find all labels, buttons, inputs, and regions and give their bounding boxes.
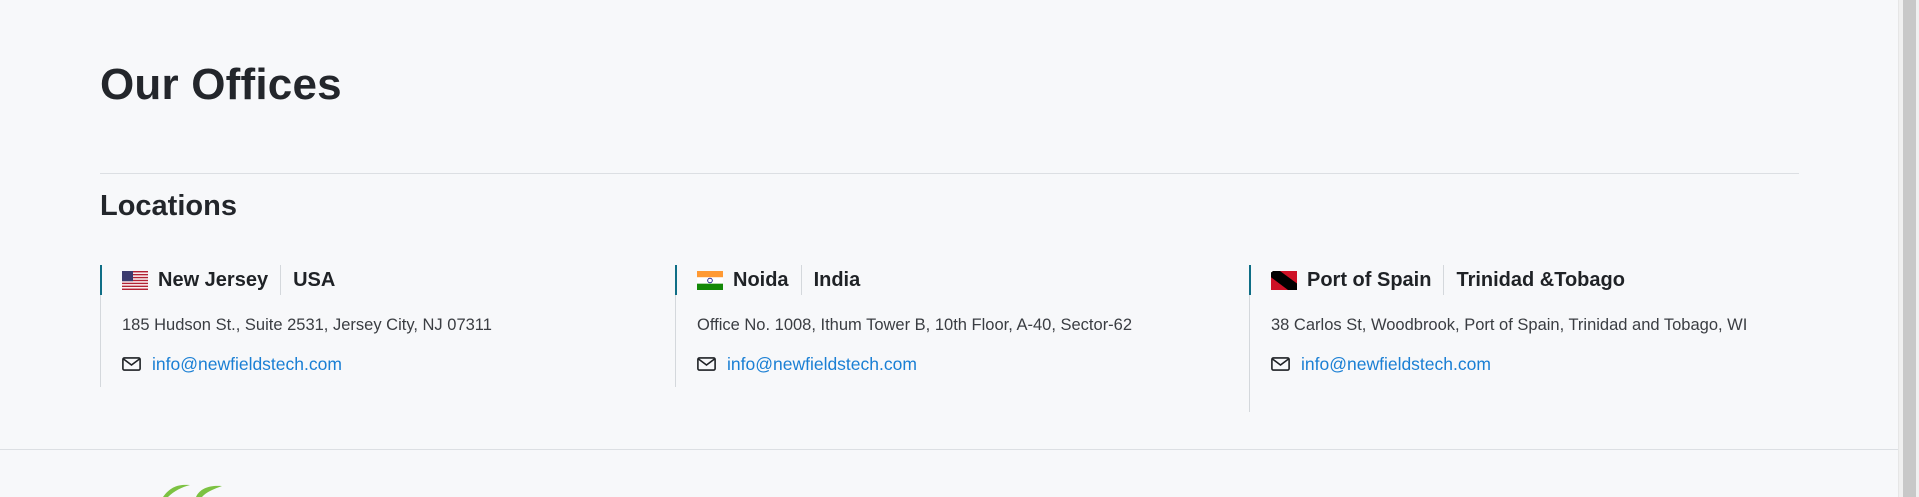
office-email-row: info@newfieldstech.com: [1271, 353, 1809, 375]
office-city: Noida: [733, 269, 789, 291]
company-logo[interactable]: [160, 483, 250, 497]
office-card-port-of-spain: Port of Spain Trinidad &Tobago 38 Carlos…: [1249, 265, 1809, 412]
page-title: Our Offices: [100, 60, 342, 109]
locations-heading: Locations: [100, 190, 237, 222]
section-divider: [100, 173, 1799, 174]
office-card-new-jersey: New Jersey USA 185 Hudson St., Suite 253…: [100, 265, 660, 387]
office-email-link[interactable]: info@newfieldstech.com: [1301, 353, 1491, 375]
india-flag-icon: [697, 270, 723, 290]
scrollbar-thumb[interactable]: [1903, 0, 1916, 497]
trinidad-tobago-flag-icon: [1271, 270, 1297, 290]
office-email-link[interactable]: info@newfieldstech.com: [727, 353, 917, 375]
office-address: 38 Carlos St, Woodbrook, Port of Spain, …: [1271, 316, 1748, 334]
office-city: New Jersey: [158, 269, 269, 291]
office-header: Noida India: [697, 265, 1235, 295]
office-email-row: info@newfieldstech.com: [697, 353, 1235, 375]
scrollbar[interactable]: [1898, 0, 1919, 497]
office-card-noida: Noida India Office No. 1008, Ithum Tower…: [675, 265, 1235, 387]
office-header: New Jersey USA: [122, 265, 660, 295]
page: Our Offices Locations New Jersey USA 185…: [0, 0, 1898, 497]
mail-icon: [1271, 357, 1290, 371]
office-country: USA: [280, 265, 335, 295]
mail-icon: [122, 357, 141, 371]
office-address: Office No. 1008, Ithum Tower B, 10th Flo…: [697, 316, 1133, 334]
office-country: Trinidad &Tobago: [1443, 265, 1625, 295]
office-address: 185 Hudson St., Suite 2531, Jersey City,…: [122, 316, 492, 334]
footer-divider: [0, 449, 1898, 450]
mail-icon: [697, 357, 716, 371]
us-flag-icon: [122, 270, 148, 290]
office-header: Port of Spain Trinidad &Tobago: [1271, 265, 1809, 295]
office-country: India: [800, 265, 860, 295]
office-email-link[interactable]: info@newfieldstech.com: [152, 353, 342, 375]
office-email-row: info@newfieldstech.com: [122, 353, 660, 375]
office-city: Port of Spain: [1307, 269, 1432, 291]
